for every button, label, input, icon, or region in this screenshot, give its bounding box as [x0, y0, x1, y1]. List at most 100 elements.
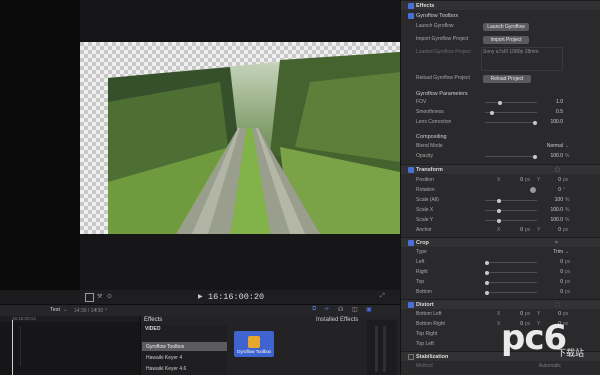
video-frame[interactable] [80, 42, 400, 234]
bottom-left-y-value[interactable]: 0 [551, 311, 561, 317]
crop-top-slider[interactable] [485, 282, 537, 283]
smoothness-label: Smoothness [416, 109, 444, 115]
rotation-value[interactable]: 0 [551, 187, 561, 193]
unit: px [563, 311, 569, 317]
speed-icon[interactable]: ⊙ [107, 293, 112, 300]
transform-header[interactable]: Transform ▢ [401, 164, 600, 174]
transform-overlay-icon[interactable]: ▢ [555, 167, 560, 173]
fov-value[interactable]: 1.0 [541, 99, 563, 105]
crop-bottom-slider-knob[interactable] [485, 290, 489, 295]
gyroflow-toolbox-section[interactable]: Gyroflow Toolbox [401, 11, 600, 20]
blend-mode-select[interactable]: Normal [531, 143, 563, 149]
anchor-y-value[interactable]: 0 [551, 227, 561, 233]
scale-all-value[interactable]: 100 [541, 197, 563, 203]
rotation-dial[interactable] [530, 187, 536, 193]
crop-right-value[interactable]: 0 [541, 269, 563, 275]
scale-y-slider-knob[interactable] [497, 218, 501, 223]
import-project-button[interactable]: Import Project [483, 36, 529, 44]
scale-all-slider[interactable] [485, 200, 537, 201]
fullscreen-icon[interactable]: ⤢ [380, 293, 385, 300]
crop-header[interactable]: Crop ⌗ [401, 237, 600, 247]
category-video[interactable]: VIDEO [145, 326, 161, 332]
crop-left-value[interactable]: 0 [541, 259, 563, 265]
smoothness-slider-knob[interactable] [490, 110, 494, 115]
scale-y-value[interactable]: 100.0 [541, 217, 563, 223]
distort-checkbox[interactable] [408, 302, 414, 308]
distort-overlay-icon[interactable]: ⬚ [555, 302, 560, 308]
crop-right-slider-knob[interactable] [485, 270, 489, 275]
snapping-icon[interactable]: ⧉ [312, 306, 316, 313]
reload-row: Reload Gyroflow Project Reload Project [401, 74, 600, 83]
crop-bottom-slider[interactable] [485, 292, 537, 293]
transform-checkbox[interactable] [408, 167, 414, 173]
audio-icon[interactable]: ☊ [338, 306, 343, 313]
position-y-value[interactable]: 0 [551, 177, 561, 183]
timeline-track[interactable] [20, 326, 136, 366]
chevron-down-icon[interactable]: ⌄ [63, 307, 68, 313]
lens-correction-slider-knob[interactable] [533, 120, 537, 125]
installed-effects-title[interactable]: Installed Effects [316, 317, 358, 323]
scale-x-slider-knob[interactable] [497, 208, 501, 213]
opacity-value[interactable]: 100.0 [541, 153, 563, 159]
fov-slider-knob[interactable] [498, 100, 502, 105]
scale-x-slider[interactable] [485, 210, 537, 211]
crop-left-slider[interactable] [485, 262, 537, 263]
skimming-icon[interactable]: ⟛ [324, 306, 329, 313]
x-axis-label: X [497, 177, 501, 183]
opacity-slider-knob[interactable] [533, 154, 537, 159]
scale-all-slider-knob[interactable] [497, 198, 501, 203]
crop-top-value[interactable]: 0 [541, 279, 563, 285]
back-icon[interactable]: ‹ [95, 307, 97, 313]
anchor-label: Anchor [416, 227, 432, 233]
crop-top-label: Top [416, 279, 425, 285]
video-image [108, 52, 400, 234]
crop-bottom-label: Bottom [416, 289, 432, 295]
solo-icon[interactable]: ◫ [352, 306, 358, 313]
lens-correction-slider[interactable] [485, 122, 537, 123]
bottom-left-x-value[interactable]: 0 [513, 311, 523, 317]
crop-right-slider[interactable] [485, 272, 537, 273]
unit: px [563, 177, 569, 183]
distort-header[interactable]: Distort ⬚ [401, 299, 600, 309]
effects-header[interactable]: Effects [401, 0, 600, 10]
scale-y-slider[interactable] [485, 220, 537, 221]
playhead[interactable] [12, 320, 13, 375]
effects-browser-icon[interactable]: ▣ [366, 306, 372, 313]
distort-title: Distort [416, 302, 434, 308]
chevron-down-icon[interactable]: ⌄ [565, 249, 569, 255]
list-item[interactable]: Gyroflow Toolbox [146, 344, 184, 350]
project-name[interactable]: Test [50, 307, 60, 313]
reload-project-button[interactable]: Reload Project [483, 75, 531, 83]
launch-label: Launch Gyroflow [416, 23, 454, 29]
scale-y-row: Scale Y 100.0 % [401, 216, 600, 225]
effects-checkbox[interactable] [408, 3, 414, 9]
transform-tool-icon[interactable] [85, 293, 94, 302]
crop-type-select[interactable]: Trim [531, 249, 563, 255]
crop-right-label: Right [416, 269, 428, 275]
crop-bottom-value[interactable]: 0 [541, 289, 563, 295]
launch-gyroflow-button[interactable]: Launch Gyroflow [483, 23, 529, 31]
fov-slider[interactable] [485, 102, 537, 103]
list-item[interactable]: Hawaiki Keyer 4.6 [146, 366, 186, 372]
smoothness-value[interactable]: 0.5 [541, 109, 563, 115]
play-icon[interactable]: ▶ [198, 293, 203, 300]
crop-overlay-icon[interactable]: ⌗ [555, 240, 558, 246]
lens-correction-label: Lens Correction [416, 119, 452, 125]
lens-correction-value[interactable]: 100.0 [541, 119, 563, 125]
crop-left-slider-knob[interactable] [485, 260, 489, 265]
opacity-slider[interactable] [485, 156, 537, 157]
fov-row: FOV 1.0 [401, 98, 600, 107]
rotation-label: Rotation [416, 187, 435, 193]
gyroflow-checkbox[interactable] [408, 12, 414, 19]
wrench-icon[interactable]: ⚒ [97, 293, 102, 300]
top-left-label: Top Left [416, 341, 434, 347]
forward-icon[interactable]: › [105, 307, 107, 313]
crop-checkbox[interactable] [408, 240, 414, 246]
anchor-x-value[interactable]: 0 [513, 227, 523, 233]
crop-top-slider-knob[interactable] [485, 280, 489, 285]
scale-x-value[interactable]: 100.0 [541, 207, 563, 213]
chevron-down-icon[interactable]: ⌄ [565, 143, 569, 149]
stabilization-checkbox[interactable] [408, 354, 414, 360]
position-x-value[interactable]: 0 [513, 177, 523, 183]
list-item[interactable]: Hawaiki Keyer 4 [146, 355, 182, 361]
